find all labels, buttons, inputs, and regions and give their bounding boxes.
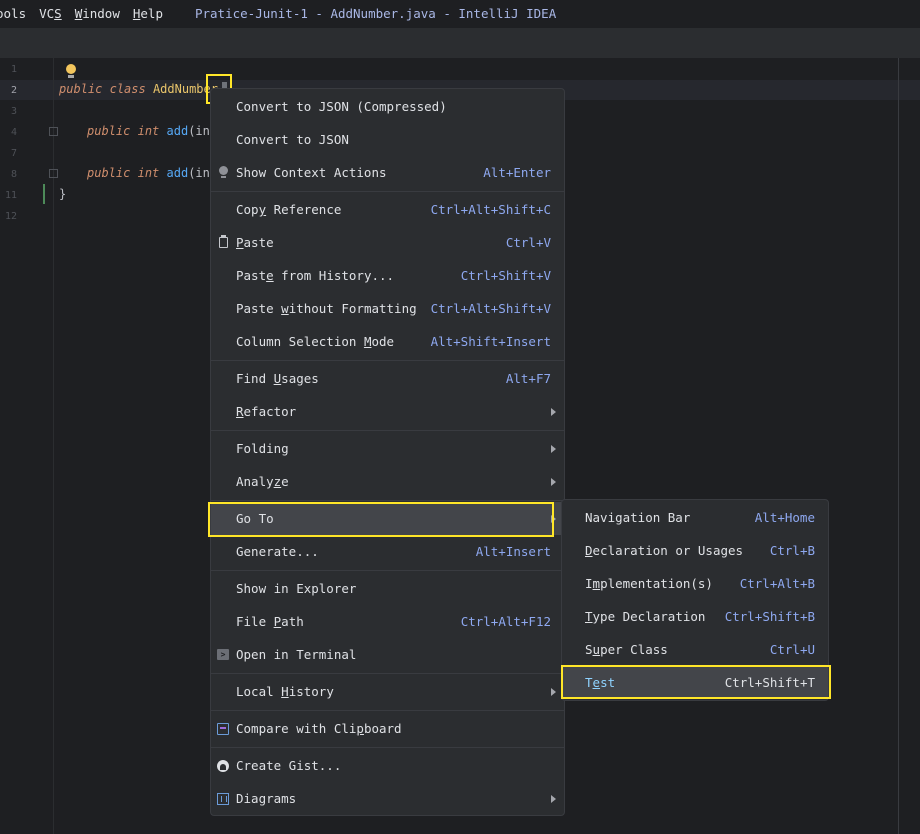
menu-separator bbox=[211, 570, 564, 571]
menu-item-copy-reference[interactable]: Copy Reference Ctrl+Alt+Shift+C bbox=[211, 193, 564, 226]
goto-highlight-box bbox=[208, 502, 554, 537]
test-highlight-box bbox=[561, 665, 831, 699]
code-line-2: public class AddNumber bbox=[59, 82, 218, 96]
clipboard-icon bbox=[217, 235, 229, 249]
line-number: 12 bbox=[4, 211, 17, 222]
menu-item-paste[interactable]: Paste Ctrl+V bbox=[211, 226, 564, 259]
menu-item-paste-without-formatting[interactable]: Paste without Formatting Ctrl+Alt+Shift+… bbox=[211, 292, 564, 325]
menu-separator bbox=[211, 673, 564, 674]
submenu-arrow-icon bbox=[551, 687, 556, 696]
menu-item-analyze[interactable]: Analyze bbox=[211, 465, 564, 498]
menu-item-find-usages[interactable]: Find Usages Alt+F7 bbox=[211, 362, 564, 395]
code-line-11: } bbox=[59, 187, 67, 201]
fold-marker-icon[interactable] bbox=[49, 127, 58, 136]
change-marker bbox=[43, 184, 45, 204]
menu-item-column-selection-mode[interactable]: Column Selection Mode Alt+Shift+Insert bbox=[211, 325, 564, 358]
menu-separator bbox=[211, 430, 564, 431]
line-number: 3 bbox=[10, 106, 17, 117]
menu-item-show-in-explorer[interactable]: Show in Explorer bbox=[211, 572, 564, 605]
menu-help[interactable]: Help bbox=[126, 6, 169, 21]
menu-item-compare-with-clipboard[interactable]: Compare with Clipboard bbox=[211, 712, 564, 745]
menu-item-diagrams[interactable]: Diagrams bbox=[211, 782, 564, 815]
menu-item-local-history[interactable]: Local History bbox=[211, 675, 564, 708]
menu-item-paste-from-history[interactable]: Paste from History... Ctrl+Shift+V bbox=[211, 259, 564, 292]
submenu-item-declaration-or-usages[interactable]: Declaration or Usages Ctrl+B bbox=[562, 534, 828, 567]
line-number: 11 bbox=[4, 190, 17, 201]
menu-item-convert-json-compressed[interactable]: Convert to JSON (Compressed) bbox=[211, 90, 564, 123]
menu-tools[interactable]: ools bbox=[0, 6, 32, 21]
menu-separator bbox=[211, 710, 564, 711]
submenu-arrow-icon bbox=[551, 444, 556, 453]
github-icon bbox=[217, 759, 229, 772]
code-line-4: public int add(int bbox=[87, 124, 218, 138]
menu-separator bbox=[211, 360, 564, 361]
menu-item-show-context-actions[interactable]: Show Context Actions Alt+Enter bbox=[211, 156, 564, 189]
submenu-arrow-icon bbox=[551, 794, 556, 803]
submenu-arrow-icon bbox=[551, 477, 556, 486]
editor-context-menu: Convert to JSON (Compressed) Convert to … bbox=[210, 88, 565, 816]
menu-item-convert-json[interactable]: Convert to JSON bbox=[211, 123, 564, 156]
submenu-item-navigation-bar[interactable]: Navigation Bar Alt+Home bbox=[562, 501, 828, 534]
menu-item-create-gist[interactable]: Create Gist... bbox=[211, 749, 564, 782]
menu-vcs[interactable]: VCS bbox=[32, 6, 68, 21]
menu-bar: ools VCS Window Help Pratice-Junit-1 - A… bbox=[0, 0, 920, 26]
terminal-icon: > bbox=[217, 649, 229, 661]
line-number: 2 bbox=[10, 85, 17, 96]
menu-separator bbox=[211, 747, 564, 748]
submenu-arrow-icon bbox=[551, 407, 556, 416]
menu-separator bbox=[211, 500, 564, 501]
lightbulb-icon bbox=[217, 166, 229, 179]
menu-item-refactor[interactable]: Refactor bbox=[211, 395, 564, 428]
line-number: 1 bbox=[10, 64, 17, 75]
code-line-8: public int add(int bbox=[87, 166, 218, 180]
right-margin-guide bbox=[898, 58, 899, 834]
line-number: 8 bbox=[10, 169, 17, 180]
fold-marker-icon[interactable] bbox=[49, 169, 58, 178]
submenu-item-type-declaration[interactable]: Type Declaration Ctrl+Shift+B bbox=[562, 600, 828, 633]
line-number: 7 bbox=[10, 148, 17, 159]
menu-item-file-path[interactable]: File Path Ctrl+Alt+F12 bbox=[211, 605, 564, 638]
compare-icon bbox=[217, 722, 229, 735]
menu-item-generate[interactable]: Generate... Alt+Insert bbox=[211, 535, 564, 568]
menu-item-open-in-terminal[interactable]: > Open in Terminal bbox=[211, 638, 564, 671]
line-number: 4 bbox=[10, 127, 17, 138]
submenu-item-super-class[interactable]: Super Class Ctrl+U bbox=[562, 633, 828, 666]
submenu-item-implementations[interactable]: Implementation(s) Ctrl+Alt+B bbox=[562, 567, 828, 600]
menu-item-folding[interactable]: Folding bbox=[211, 432, 564, 465]
editor-tab-strip bbox=[0, 28, 920, 58]
intention-bulb-icon[interactable] bbox=[66, 64, 76, 78]
window-title: Pratice-Junit-1 - AddNumber.java - Intel… bbox=[194, 5, 557, 21]
menu-separator bbox=[211, 191, 564, 192]
diagram-icon bbox=[217, 792, 229, 805]
menu-window[interactable]: Window bbox=[68, 6, 126, 21]
